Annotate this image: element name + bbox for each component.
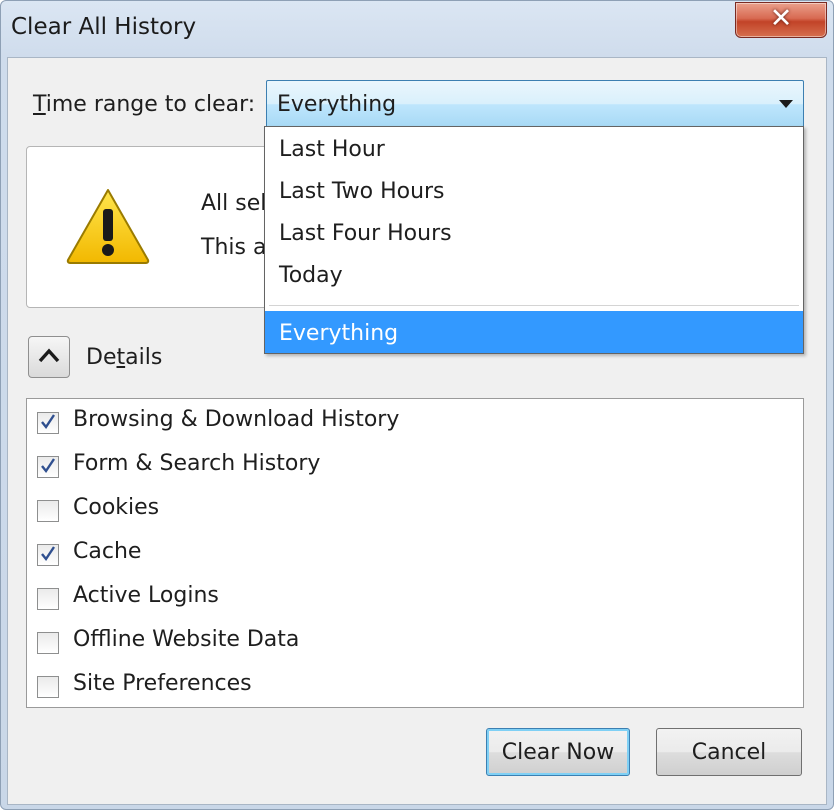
history-item-label: Cache	[73, 539, 142, 564]
time-range-selected-value: Everything	[277, 92, 397, 117]
checkbox[interactable]	[37, 588, 59, 610]
history-item-label: Browsing & Download History	[73, 407, 400, 432]
time-range-option-label: Last Hour	[279, 137, 385, 162]
history-items-list: Browsing & Download History Form & Search…	[26, 398, 804, 708]
time-range-select[interactable]: Everything	[266, 80, 804, 128]
time-range-option[interactable]: Last Hour	[265, 127, 803, 169]
checkmark-icon	[41, 458, 55, 474]
chevron-down-icon	[779, 100, 793, 108]
checkbox[interactable]	[37, 544, 59, 566]
history-item-label: Site Preferences	[73, 671, 252, 696]
checkbox[interactable]	[37, 456, 59, 478]
history-item-label: Cookies	[73, 495, 160, 520]
details-label: Details	[86, 345, 162, 370]
checkbox[interactable]	[37, 676, 59, 698]
time-range-option[interactable]: Last Two Hours	[265, 169, 803, 211]
time-range-label-mnemonic: T	[33, 92, 46, 117]
history-item-label: Offline Website Data	[73, 627, 300, 652]
chevron-up-icon	[38, 348, 60, 363]
window-title: Clear All History	[11, 14, 197, 40]
details-label-mnemonic: t	[116, 345, 126, 370]
time-range-dropdown: Last Hour Last Two Hours Last Four Hours To…	[264, 126, 804, 354]
close-icon: ✕	[769, 3, 793, 34]
history-item-label: Active Logins	[73, 583, 219, 608]
details-label-pre: De	[86, 345, 117, 370]
details-label-post: ails	[125, 345, 163, 370]
dropdown-separator	[269, 305, 799, 306]
checkmark-icon	[41, 414, 55, 430]
checkbox[interactable]	[37, 632, 59, 654]
checkbox[interactable]	[37, 500, 59, 522]
time-range-option-label: Last Four Hours	[279, 221, 452, 246]
time-range-option[interactable]: Everything	[265, 311, 803, 353]
time-range-label: Time range to clear:	[33, 92, 255, 117]
details-toggle-button[interactable]	[28, 336, 70, 378]
history-item-label: Form & Search History	[73, 451, 321, 476]
warning-icon	[66, 189, 150, 264]
time-range-option-label: Last Two Hours	[279, 179, 445, 204]
clear-history-dialog: Clear All History ✕ Time range to clear:…	[0, 0, 834, 810]
clear-now-button[interactable]: Clear Now	[486, 728, 630, 776]
time-range-option[interactable]: Today	[265, 253, 803, 295]
time-range-option[interactable]: Last Four Hours	[265, 211, 803, 253]
time-range-option-label: Everything	[279, 321, 399, 346]
cancel-button[interactable]: Cancel	[656, 728, 802, 776]
time-range-option-label: Today	[279, 263, 343, 288]
checkmark-icon	[41, 546, 55, 562]
checkbox[interactable]	[37, 412, 59, 434]
time-range-label-text: ime range to clear:	[45, 92, 256, 117]
title-bar: Clear All History ✕	[1, 1, 833, 57]
close-button[interactable]: ✕	[735, 2, 827, 38]
